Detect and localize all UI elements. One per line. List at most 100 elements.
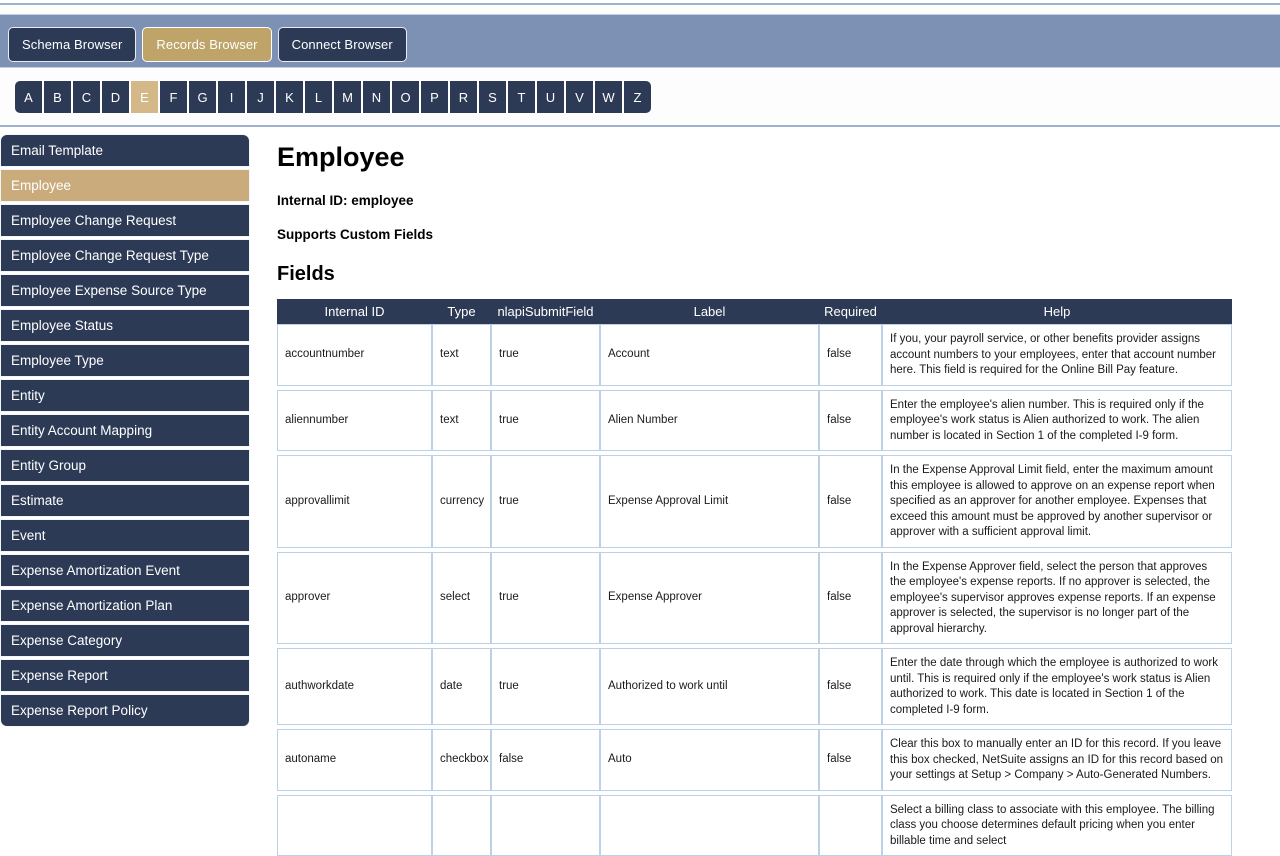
table-row: approverselecttrueExpense ApproverfalseI… [277, 552, 1232, 645]
sidebar-item-employee-change-request[interactable]: Employee Change Request [0, 204, 250, 237]
sidebar-item-entity-account-mapping[interactable]: Entity Account Mapping [0, 414, 250, 447]
cell-internal-id: authworkdate [277, 648, 432, 725]
sidebar-item-expense-category[interactable]: Expense Category [0, 624, 250, 657]
cell-nlapi-submit-field: true [491, 648, 600, 725]
sidebar-item-expense-report-policy[interactable]: Expense Report Policy [0, 694, 250, 727]
sidebar-item-entity-group[interactable]: Entity Group [0, 449, 250, 482]
cell-help: Enter the date through which the employe… [882, 648, 1232, 725]
sidebar-item-estimate[interactable]: Estimate [0, 484, 250, 517]
browser-tab-schema-browser[interactable]: Schema Browser [8, 27, 136, 62]
alpha-letter-T[interactable]: T [507, 80, 536, 114]
cell-type: currency [432, 455, 491, 548]
cell-help: In the Expense Approval Limit field, ent… [882, 455, 1232, 548]
cell-label: Authorized to work until [600, 648, 819, 725]
browser-tab-bar: Schema BrowserRecords BrowserConnect Bro… [8, 27, 407, 62]
cell-help: In the Expense Approver field, select th… [882, 552, 1232, 645]
cell-type: select [432, 552, 491, 645]
table-row: approvallimitcurrencytrueExpense Approva… [277, 455, 1232, 548]
sidebar-item-expense-report[interactable]: Expense Report [0, 659, 250, 692]
cell-nlapi-submit-field: true [491, 552, 600, 645]
cell-type: text [432, 390, 491, 452]
sidebar-item-employee-expense-source-type[interactable]: Employee Expense Source Type [0, 274, 250, 307]
cell-help: Clear this box to manually enter an ID f… [882, 729, 1232, 791]
cell-label: Expense Approval Limit [600, 455, 819, 548]
alpha-letter-L[interactable]: L [304, 80, 333, 114]
sidebar-item-email-template[interactable]: Email Template [0, 134, 250, 167]
column-header-label: Label [600, 299, 819, 324]
alpha-letter-O[interactable]: O [391, 80, 420, 114]
sidebar-item-employee[interactable]: Employee [0, 169, 250, 202]
cell-nlapi-submit-field [491, 795, 600, 856]
alpha-letter-N[interactable]: N [362, 80, 391, 114]
column-header-internal-id: Internal ID [277, 299, 432, 324]
cell-nlapi-submit-field: true [491, 324, 600, 386]
sidebar-item-expense-amortization-plan[interactable]: Expense Amortization Plan [0, 589, 250, 622]
alpha-letter-G[interactable]: G [188, 80, 217, 114]
cell-required: false [819, 552, 882, 645]
cell-required: false [819, 390, 882, 452]
alpha-letter-I[interactable]: I [217, 80, 246, 114]
cell-internal-id: autoname [277, 729, 432, 791]
alpha-letter-K[interactable]: K [275, 80, 304, 114]
alpha-letter-B[interactable]: B [43, 80, 72, 114]
top-frame: Schema BrowserRecords BrowserConnect Bro… [0, 3, 1280, 127]
alpha-letter-E[interactable]: E [130, 80, 159, 114]
cell-label: Auto [600, 729, 819, 791]
cell-internal-id: approver [277, 552, 432, 645]
alpha-letter-F[interactable]: F [159, 80, 188, 114]
cell-type: date [432, 648, 491, 725]
column-header-help: Help [882, 299, 1232, 324]
browser-tab-connect-browser[interactable]: Connect Browser [278, 27, 407, 62]
sidebar-item-employee-status[interactable]: Employee Status [0, 309, 250, 342]
cell-required: false [819, 729, 882, 791]
cell-required [819, 795, 882, 856]
cell-internal-id [277, 795, 432, 856]
cell-nlapi-submit-field: false [491, 729, 600, 791]
sidebar-item-event[interactable]: Event [0, 519, 250, 552]
sidebar-item-expense-amortization-event[interactable]: Expense Amortization Event [0, 554, 250, 587]
page-title: Employee [277, 140, 1257, 174]
cell-nlapi-submit-field: true [491, 390, 600, 452]
cell-type: text [432, 324, 491, 386]
cell-help: If you, your payroll service, or other b… [882, 324, 1232, 386]
supports-custom-fields-line: Supports Custom Fields [277, 227, 1257, 242]
column-header-nlapisubmitfield: nlapiSubmitField [491, 299, 600, 324]
alpha-letter-M[interactable]: M [333, 80, 362, 114]
cell-internal-id: accountnumber [277, 324, 432, 386]
alpha-letter-R[interactable]: R [449, 80, 478, 114]
sidebar-item-employee-change-request-type[interactable]: Employee Change Request Type [0, 239, 250, 272]
fields-table: Internal IDTypenlapiSubmitFieldLabelRequ… [277, 299, 1232, 856]
alpha-letter-J[interactable]: J [246, 80, 275, 114]
cell-nlapi-submit-field: true [491, 455, 600, 548]
alpha-letter-Z[interactable]: Z [623, 80, 652, 114]
fields-table-body: accountnumbertexttrueAccountfalseIf you,… [277, 324, 1232, 856]
sidebar-item-employee-type[interactable]: Employee Type [0, 344, 250, 377]
table-row: authworkdatedatetrueAuthorized to work u… [277, 648, 1232, 725]
browser-tab-records-browser[interactable]: Records Browser [142, 27, 271, 62]
alpha-letter-C[interactable]: C [72, 80, 101, 114]
cell-type [432, 795, 491, 856]
cell-required: false [819, 648, 882, 725]
cell-internal-id: aliennumber [277, 390, 432, 452]
alpha-letter-D[interactable]: D [101, 80, 130, 114]
cell-label: Alien Number [600, 390, 819, 452]
table-row: Select a billing class to associate with… [277, 795, 1232, 856]
record-list-sidebar: Email TemplateEmployeeEmployee Change Re… [0, 134, 250, 729]
alpha-letter-W[interactable]: W [594, 80, 623, 114]
cell-help: Enter the employee's alien number. This … [882, 390, 1232, 452]
table-row: aliennumbertexttrueAlien NumberfalseEnte… [277, 390, 1232, 452]
cell-required: false [819, 324, 882, 386]
alpha-letter-S[interactable]: S [478, 80, 507, 114]
sidebar-item-entity[interactable]: Entity [0, 379, 250, 412]
cell-label [600, 795, 819, 856]
cell-internal-id: approvallimit [277, 455, 432, 548]
cell-required: false [819, 455, 882, 548]
table-row: autonamecheckboxfalseAutofalseClear this… [277, 729, 1232, 791]
alpha-letter-V[interactable]: V [565, 80, 594, 114]
fields-section-heading: Fields [277, 263, 1257, 286]
cell-label: Account [600, 324, 819, 386]
alpha-letter-P[interactable]: P [420, 80, 449, 114]
alpha-letter-U[interactable]: U [536, 80, 565, 114]
cell-help: Select a billing class to associate with… [882, 795, 1232, 856]
alpha-letter-A[interactable]: A [14, 80, 43, 114]
